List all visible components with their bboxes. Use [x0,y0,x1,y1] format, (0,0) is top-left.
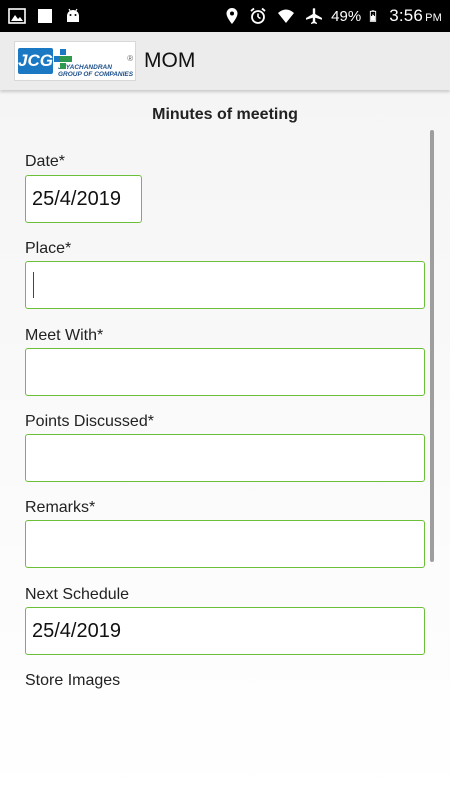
points-discussed-label: Points Discussed* [25,413,154,430]
android-icon [67,8,79,22]
text-cursor [33,272,34,298]
company-logo: JCG ® JAYACHANDRAN GROUP OF COMPANIES [14,41,136,81]
form-content[interactable]: Minutes of meeting Date* Place* Meet Wit… [0,90,450,800]
screen: 49% 3:56 PM JCG ® JAYACHANDRAN GROUP OF … [0,0,450,800]
remarks-label: Remarks* [25,499,96,516]
wifi-icon [278,9,295,23]
date-field[interactable] [25,175,142,223]
logo-line1: JAYACHANDRAN [57,64,112,71]
meet-with-label: Meet With* [25,327,104,344]
location-icon [226,8,238,24]
app-title: MOM [144,49,196,72]
square-icon [38,9,52,23]
place-input[interactable] [25,261,425,309]
clock: 3:56 PM [389,6,442,26]
airplane-icon [306,8,323,24]
logo-line2: GROUP OF COMPANIES [57,71,134,78]
meet-with-input[interactable] [25,348,425,396]
app-bar: JCG ® JAYACHANDRAN GROUP OF COMPANIES MO… [0,32,450,90]
store-images-label: Store Images [25,672,121,689]
clock-ampm: PM [425,12,442,24]
points-discussed-input[interactable] [25,434,425,482]
remarks-input[interactable] [25,520,425,568]
alarm-icon [250,7,266,24]
status-bar: 49% 3:56 PM [0,0,450,32]
place-label: Place* [25,240,72,257]
image-icon [8,8,26,24]
logo-mark: JCG [18,48,53,74]
next-schedule-field[interactable] [25,607,425,655]
date-label: Date* [25,153,66,170]
scrollbar[interactable] [430,130,434,562]
battery-percent: 49% [331,7,362,25]
next-schedule-label: Next Schedule [25,586,130,603]
clock-time: 3:56 [389,6,424,25]
battery-icon [370,10,377,22]
form-heading: Minutes of meeting [152,106,298,123]
